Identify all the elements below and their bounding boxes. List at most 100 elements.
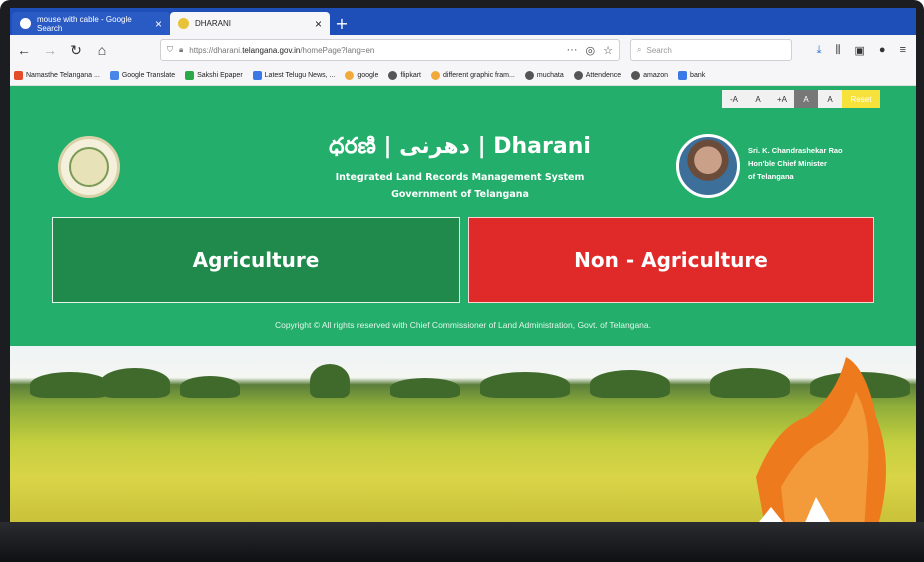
- dharani-header: -A A +A A A Reset ధరణి | دھرنی | Dharani…: [10, 86, 916, 346]
- url-prefix: https://dharani.: [189, 45, 243, 55]
- tab-label: DHARANI: [195, 19, 232, 28]
- globe-icon: [388, 70, 398, 80]
- bookmark-label: muchata: [536, 71, 564, 79]
- normal-font-button[interactable]: A: [746, 90, 770, 108]
- close-tab-icon[interactable]: ×: [155, 17, 162, 31]
- chief-minister-caption: Sri. K. Chandrashekar Rao Hon'ble Chief …: [748, 144, 843, 183]
- bookmark-item[interactable]: muchata: [524, 70, 564, 80]
- telangana-emblem-logo: [58, 136, 120, 198]
- library-icon[interactable]: ⫼: [835, 44, 840, 57]
- bookmark-label: different graphic fram...: [443, 71, 515, 79]
- reset-button[interactable]: Reset: [842, 90, 880, 108]
- bookmark-favicon-icon: [252, 70, 262, 80]
- tree-line: [310, 364, 350, 398]
- tab-label: mouse with cable - Google Search: [37, 14, 132, 33]
- back-icon[interactable]: ←: [16, 42, 32, 58]
- url-path: /homePage?lang=en: [300, 45, 375, 55]
- bookmark-label: Sakshi Epaper: [197, 71, 243, 79]
- search-placeholder: Search: [646, 45, 672, 55]
- close-tab-icon[interactable]: ×: [315, 17, 322, 31]
- bookmark-label: amazon: [643, 71, 669, 79]
- reload-icon[interactable]: ↻: [68, 42, 84, 59]
- dark-contrast-button[interactable]: A: [794, 90, 818, 108]
- tree-line: [590, 370, 670, 398]
- government-label: Government of Telangana: [391, 189, 529, 200]
- bookmark-favicon-icon: [431, 70, 440, 80]
- tree-line: [480, 372, 570, 398]
- bookmark-item[interactable]: Latest Telugu News, ...: [252, 70, 336, 80]
- menu-icon[interactable]: ≡: [900, 44, 906, 57]
- url-text: https://dharani.telangana.gov.in/homePag…: [189, 46, 374, 55]
- site-title: ధరణి | دھرنی | Dharani: [329, 134, 591, 159]
- globe-icon: [573, 70, 583, 80]
- bookmark-item[interactable]: Google Translate: [109, 70, 176, 80]
- tree-line: [180, 376, 240, 398]
- lock-icon[interactable]: 🔒︎: [179, 45, 183, 55]
- google-favicon-icon: [20, 18, 31, 29]
- paddy-field-banner: [10, 346, 916, 522]
- bookmark-item[interactable]: amazon: [631, 70, 669, 80]
- site-subtitle: Integrated Land Records Management Syste…: [335, 172, 585, 183]
- bookmark-item[interactable]: Attendence: [573, 70, 622, 80]
- monitor-bezel-bottom: [0, 522, 924, 562]
- tree-line: [30, 372, 110, 398]
- font-size-controls: -A A +A A A Reset: [722, 90, 880, 108]
- bookmark-label: Attendence: [585, 71, 622, 79]
- bookmark-favicon-icon: [185, 70, 195, 80]
- url-host: telangana.gov.in: [242, 45, 301, 55]
- bookmark-item[interactable]: Sakshi Epaper: [185, 70, 243, 80]
- pocket-icon[interactable]: ◎: [586, 44, 596, 57]
- bookmarks-bar: Namasthe Telangana ... Google Translate …: [10, 65, 916, 86]
- tab-google-search[interactable]: mouse with cable - Google Search ×: [12, 12, 170, 35]
- download-icon[interactable]: ⤓: [817, 44, 822, 57]
- dharani-favicon-icon: [178, 18, 189, 29]
- globe-icon: [524, 70, 534, 80]
- bookmark-favicon-icon: [14, 70, 23, 80]
- nav-bar: ← → ↻ ⌂ ⛉ 🔒︎ https://dharani.telangana.g…: [10, 35, 916, 65]
- copyright-text: Copyright © All rights reserved with Chi…: [274, 320, 652, 330]
- chief-minister-avatar: [676, 134, 740, 198]
- bookmark-item[interactable]: Namasthe Telangana ...: [14, 70, 100, 80]
- account-icon[interactable]: ●: [879, 44, 886, 57]
- tab-strip: mouse with cable - Google Search × DHARA…: [10, 8, 916, 35]
- bookmark-item[interactable]: bank: [678, 70, 706, 80]
- toolbar-icons: ⤓ ⫼ ▣ ● ≡: [817, 44, 910, 57]
- tree-line: [390, 378, 460, 398]
- cm-name: Sri. K. Chandrashekar Rao: [748, 146, 843, 155]
- non-agriculture-button[interactable]: Non - Agriculture: [468, 217, 874, 303]
- bookmark-label: Google Translate: [121, 71, 176, 79]
- bookmark-item[interactable]: google: [345, 70, 379, 80]
- bookmark-favicon-icon: [678, 70, 688, 80]
- party-hand-symbol: [756, 357, 886, 522]
- home-icon[interactable]: ⌂: [94, 42, 110, 58]
- bookmark-label: google: [357, 71, 379, 79]
- shield-icon[interactable]: ⛉: [167, 45, 173, 55]
- url-bar[interactable]: ⛉ 🔒︎ https://dharani.telangana.gov.in/ho…: [160, 39, 620, 61]
- agriculture-button[interactable]: Agriculture: [52, 217, 460, 303]
- monitor-frame: mouse with cable - Google Search × DHARA…: [0, 0, 924, 562]
- cm-role-state: of Telangana: [748, 172, 794, 181]
- bookmark-item[interactable]: different graphic fram...: [431, 70, 515, 80]
- decrease-font-button[interactable]: -A: [722, 90, 746, 108]
- search-input[interactable]: ⌕ Search: [630, 39, 792, 61]
- globe-icon: [631, 70, 641, 80]
- tab-dharani[interactable]: DHARANI ×: [170, 12, 330, 35]
- tree-line: [100, 368, 170, 398]
- new-tab-button[interactable]: +: [330, 12, 354, 35]
- light-contrast-button[interactable]: A: [818, 90, 842, 108]
- bookmark-star-icon[interactable]: ☆: [603, 44, 613, 57]
- bookmark-favicon-icon: [109, 70, 119, 80]
- cm-role: Hon'ble Chief Minister: [748, 159, 827, 168]
- more-actions-icon[interactable]: ···: [567, 44, 578, 57]
- bookmark-item[interactable]: flipkart: [388, 70, 421, 80]
- emblem-center: [69, 147, 109, 187]
- search-icon: ⌕: [637, 45, 642, 54]
- bookmark-label: bank: [690, 71, 706, 79]
- sidebar-icon[interactable]: ▣: [855, 44, 865, 57]
- forward-icon[interactable]: →: [42, 42, 58, 58]
- bookmark-label: Namasthe Telangana ...: [26, 71, 100, 79]
- bookmark-favicon-icon: [345, 70, 355, 80]
- bookmark-label: Latest Telugu News, ...: [264, 71, 336, 79]
- increase-font-button[interactable]: +A: [770, 90, 794, 108]
- bookmark-label: flipkart: [400, 71, 421, 79]
